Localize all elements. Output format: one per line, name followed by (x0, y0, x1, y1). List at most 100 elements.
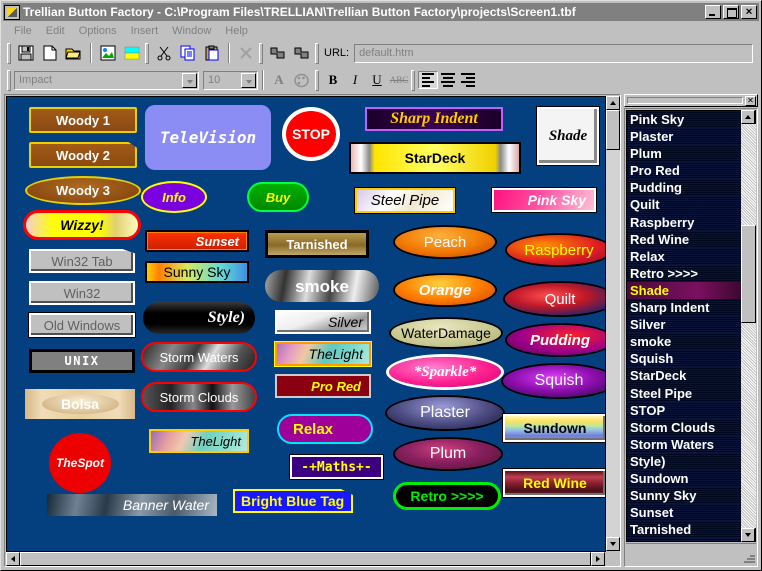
paste-icon[interactable] (200, 42, 223, 64)
canvas-button[interactable]: Pink Sky (492, 188, 596, 212)
image-icon[interactable] (96, 42, 119, 64)
align-left-icon[interactable] (418, 71, 438, 89)
palette-scroll-thumb[interactable] (741, 225, 756, 323)
style-list-item[interactable]: Pudding (627, 179, 755, 196)
shape-right-icon[interactable] (290, 42, 313, 64)
strikethrough-button[interactable]: ABC (388, 70, 410, 90)
toolbar-grip-2[interactable] (145, 43, 149, 64)
menu-file[interactable]: File (7, 24, 39, 38)
canvas-button[interactable]: Old Windows (29, 313, 135, 337)
font-name-chevron-down-icon[interactable] (182, 73, 197, 88)
style-list-item[interactable]: Quilt (627, 196, 755, 213)
canvas-button[interactable]: Sunset (145, 230, 249, 252)
style-list-item[interactable]: Tech Info (627, 538, 755, 542)
style-list-item[interactable]: Silver (627, 316, 755, 333)
menu-insert[interactable]: Insert (124, 24, 166, 38)
minimize-button[interactable] (705, 5, 721, 19)
palette-scrollbar[interactable] (741, 110, 756, 542)
url-input[interactable]: default.htm (354, 44, 753, 63)
format-grip-3[interactable] (411, 70, 415, 91)
canvas-button[interactable]: WaterDamage (391, 319, 501, 347)
font-size-chevron-down-icon[interactable] (241, 73, 256, 88)
style-list-item[interactable]: Pro Red (627, 162, 755, 179)
canvas-button[interactable]: Orange (395, 275, 495, 305)
canvas-button[interactable]: TheLight (275, 342, 371, 366)
canvas-button[interactable]: Win32 (29, 281, 135, 305)
button-canvas[interactable]: Woody 1Woody 2Woody 3Wizzy!Win32 TabWin3… (6, 96, 606, 552)
menu-edit[interactable]: Edit (39, 24, 72, 38)
close-button[interactable]: ✕ (741, 5, 757, 19)
style-list-item[interactable]: Relax (627, 248, 755, 265)
canvas-button[interactable]: Sundown (503, 414, 606, 442)
toolbar-grip-3[interactable] (259, 43, 263, 64)
canvas-button[interactable]: TeleVision (145, 105, 271, 170)
canvas-button[interactable]: Retro >>>> (393, 482, 501, 510)
style-list[interactable]: Pink SkyPlasterPlumPro RedPuddingQuiltRa… (626, 110, 756, 542)
copy-icon[interactable] (176, 42, 199, 64)
canvas-button[interactable]: Pudding (507, 325, 606, 355)
canvas-button[interactable]: Red Wine (503, 469, 606, 497)
canvas-button[interactable]: UNIX (29, 349, 135, 373)
font-name-select[interactable]: Impact (14, 71, 199, 90)
palette-drag-bar[interactable] (627, 97, 743, 104)
resize-grip[interactable] (742, 551, 755, 564)
canvas-button[interactable]: Quilt (505, 283, 606, 315)
style-list-item[interactable]: Squish (627, 350, 755, 367)
menu-window[interactable]: Window (165, 24, 218, 38)
cut-icon[interactable] (152, 42, 175, 64)
underline-button[interactable]: U (366, 70, 388, 90)
canvas-button[interactable]: Plum (395, 439, 501, 469)
scroll-up-button[interactable] (606, 96, 620, 110)
toolbar-grip-4[interactable] (315, 43, 319, 64)
canvas-button[interactable]: Win32 Tab (29, 249, 135, 273)
palette-scroll-down-button[interactable] (741, 528, 755, 542)
canvas-button[interactable]: Wizzy! (23, 210, 141, 240)
canvas-button[interactable]: TheLight (149, 429, 249, 453)
canvas-button[interactable]: Sharp Indent (365, 107, 503, 131)
canvas-button[interactable]: Woody 3 (25, 176, 141, 205)
style-list-item[interactable]: Sunset (627, 504, 755, 521)
color-swatch-icon[interactable] (120, 42, 143, 64)
palette-title-bar[interactable]: ✕ (624, 94, 758, 107)
style-list-item[interactable]: Sharp Indent (627, 299, 755, 316)
canvas-button[interactable]: Squish (503, 365, 606, 397)
style-list-item[interactable]: Sundown (627, 470, 755, 487)
canvas-button[interactable]: Steel Pipe (355, 188, 455, 213)
font-color-icon[interactable]: A (268, 70, 290, 90)
style-list-item[interactable]: Raspberry (627, 214, 755, 231)
open-folder-icon[interactable] (62, 42, 85, 64)
save-icon[interactable] (14, 42, 37, 64)
style-list-item[interactable]: Retro >>>> (627, 265, 755, 282)
canvas-button[interactable]: Raspberry (507, 235, 606, 265)
align-center-icon[interactable] (438, 71, 458, 89)
style-list-item[interactable]: Storm Waters (627, 436, 755, 453)
palette-scroll-up-button[interactable] (741, 110, 755, 124)
canvas-button[interactable]: Buy (247, 182, 309, 212)
canvas-vertical-scrollbar[interactable] (606, 96, 620, 551)
palette-scroll-track[interactable] (741, 124, 756, 528)
palette-close-icon[interactable]: ✕ (745, 96, 756, 106)
shape-left-icon[interactable] (266, 42, 289, 64)
canvas-button[interactable]: STOP (282, 107, 340, 161)
style-list-item[interactable]: Shade (627, 282, 755, 299)
palette-icon[interactable] (290, 69, 313, 91)
canvas-button[interactable]: Bright Blue Tag (233, 489, 353, 513)
style-list-item[interactable]: smoke (627, 333, 755, 350)
menu-options[interactable]: Options (72, 24, 124, 38)
style-list-item[interactable]: StarDeck (627, 367, 755, 384)
style-list-item[interactable]: Pink Sky (627, 111, 755, 128)
menu-help[interactable]: Help (218, 24, 255, 38)
canvas-button[interactable]: Storm Clouds (141, 382, 257, 412)
canvas-button[interactable]: *Sparkle* (389, 357, 501, 387)
canvas-button[interactable]: Pro Red (275, 374, 371, 398)
new-file-icon[interactable] (38, 42, 61, 64)
style-list-item[interactable]: Style) (627, 453, 755, 470)
toolbar-grip[interactable] (7, 43, 11, 64)
canvas-button[interactable]: Storm Waters (141, 342, 257, 372)
delete-icon[interactable] (234, 42, 257, 64)
canvas-button[interactable]: Bolsa (25, 389, 135, 419)
vscroll-thumb[interactable] (606, 110, 620, 150)
style-list-item[interactable]: Tarnished (627, 521, 755, 538)
canvas-button[interactable]: Sunny Sky (145, 261, 249, 283)
style-list-item[interactable]: Red Wine (627, 231, 755, 248)
